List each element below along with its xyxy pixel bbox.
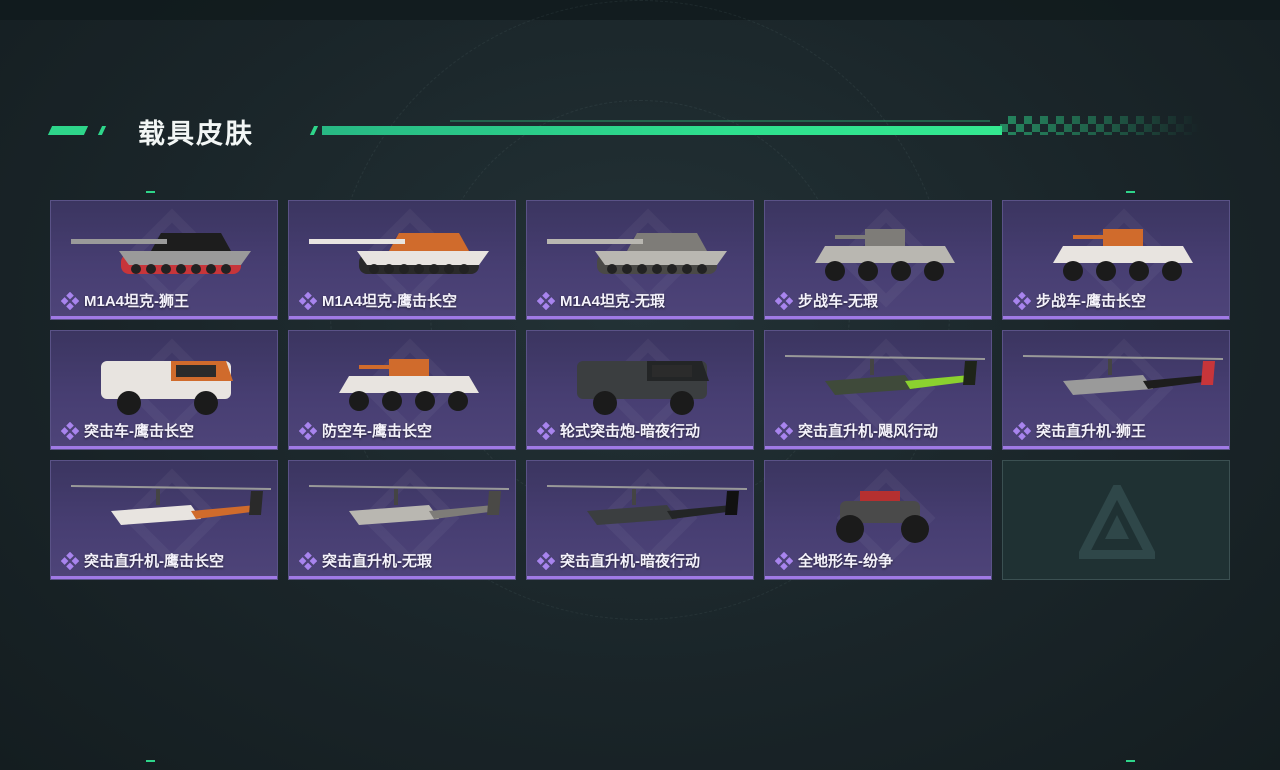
skin-card[interactable]: 防空车-鹰击长空 — [288, 330, 516, 450]
rarity-gem-icon — [536, 421, 556, 440]
rarity-gem-icon — [1012, 421, 1032, 440]
skin-label: 突击车-鹰击长空 — [84, 423, 194, 440]
skin-card[interactable]: 突击直升机-暗夜行动 — [526, 460, 754, 580]
skin-card[interactable]: 轮式突击炮-暗夜行动 — [526, 330, 754, 450]
skin-name: 步战车-鹰击长空 — [1012, 290, 1146, 311]
rarity-gem-icon — [1012, 291, 1032, 310]
skin-name: 突击直升机-暗夜行动 — [536, 550, 700, 571]
rarity-gem-icon — [774, 421, 794, 440]
skin-card[interactable]: 突击直升机-无瑕 — [288, 460, 516, 580]
skin-label: 步战车-无瑕 — [798, 293, 878, 310]
skin-label: 突击直升机-暗夜行动 — [560, 553, 700, 570]
skin-name: M1A4坦克-无瑕 — [536, 290, 666, 311]
rarity-gem-icon — [298, 421, 318, 440]
corner-tick — [146, 760, 155, 762]
header-accent-line — [322, 126, 1002, 135]
skin-card[interactable]: M1A4坦克-无瑕 — [526, 200, 754, 320]
rarity-gem-icon — [774, 291, 794, 310]
skin-card[interactable]: 突击直升机-狮王 — [1002, 330, 1230, 450]
skin-label: M1A4坦克-无瑕 — [560, 293, 666, 310]
skin-card[interactable]: 突击车-鹰击长空 — [50, 330, 278, 450]
rarity-gem-icon — [774, 551, 794, 570]
rarity-gem-icon — [60, 291, 80, 310]
skin-card[interactable]: M1A4坦克-鹰击长空 — [288, 200, 516, 320]
header-checker-pattern — [1000, 116, 1200, 135]
skin-label: M1A4坦克-鹰击长空 — [322, 293, 458, 310]
rarity-gem-icon — [298, 291, 318, 310]
skin-label: 突击直升机-飓风行动 — [798, 423, 938, 440]
rarity-gem-icon — [60, 551, 80, 570]
skin-label: 突击直升机-狮王 — [1036, 423, 1146, 440]
skin-name: 突击直升机-鹰击长空 — [60, 550, 224, 571]
skin-name: M1A4坦克-鹰击长空 — [298, 290, 458, 311]
skin-name: 突击车-鹰击长空 — [60, 420, 194, 441]
skin-label: M1A4坦克-狮王 — [84, 293, 190, 310]
skin-label: 全地形车-纷争 — [798, 553, 893, 570]
header-thin-line — [450, 120, 990, 122]
header-accent — [47, 126, 89, 135]
skin-label: 突击直升机-鹰击长空 — [84, 553, 224, 570]
rarity-gem-icon — [536, 551, 556, 570]
rarity-gem-icon — [536, 291, 556, 310]
skin-name: M1A4坦克-狮王 — [60, 290, 190, 311]
skin-name: 突击直升机-狮王 — [1012, 420, 1146, 441]
skin-card[interactable]: 突击直升机-鹰击长空 — [50, 460, 278, 580]
corner-tick — [1126, 191, 1135, 193]
skin-card[interactable]: 步战车-无瑕 — [764, 200, 992, 320]
empty-slot — [1002, 460, 1230, 580]
corner-tick — [1126, 760, 1135, 762]
game-logo-icon — [1079, 485, 1155, 559]
skin-card[interactable]: 突击直升机-飓风行动 — [764, 330, 992, 450]
skin-label: 步战车-鹰击长空 — [1036, 293, 1146, 310]
skin-name: 全地形车-纷争 — [774, 550, 893, 571]
skin-label: 突击直升机-无瑕 — [322, 553, 432, 570]
header-accent — [97, 126, 107, 135]
skin-label: 防空车-鹰击长空 — [322, 423, 432, 440]
header-accent — [309, 126, 319, 135]
skin-name: 突击直升机-无瑕 — [298, 550, 432, 571]
skin-card[interactable]: 全地形车-纷争 — [764, 460, 992, 580]
skin-name: 防空车-鹰击长空 — [298, 420, 432, 441]
corner-tick — [146, 191, 155, 193]
skin-label: 轮式突击炮-暗夜行动 — [560, 423, 700, 440]
rarity-gem-icon — [60, 421, 80, 440]
rarity-gem-icon — [298, 551, 318, 570]
skin-card[interactable]: 步战车-鹰击长空 — [1002, 200, 1230, 320]
skin-name: 步战车-无瑕 — [774, 290, 878, 311]
page-title: 载具皮肤 — [138, 119, 254, 149]
section-header: 载具皮肤 — [47, 110, 1200, 150]
skin-name: 轮式突击炮-暗夜行动 — [536, 420, 700, 441]
skin-card[interactable]: M1A4坦克-狮王 — [50, 200, 278, 320]
skin-name: 突击直升机-飓风行动 — [774, 420, 938, 441]
